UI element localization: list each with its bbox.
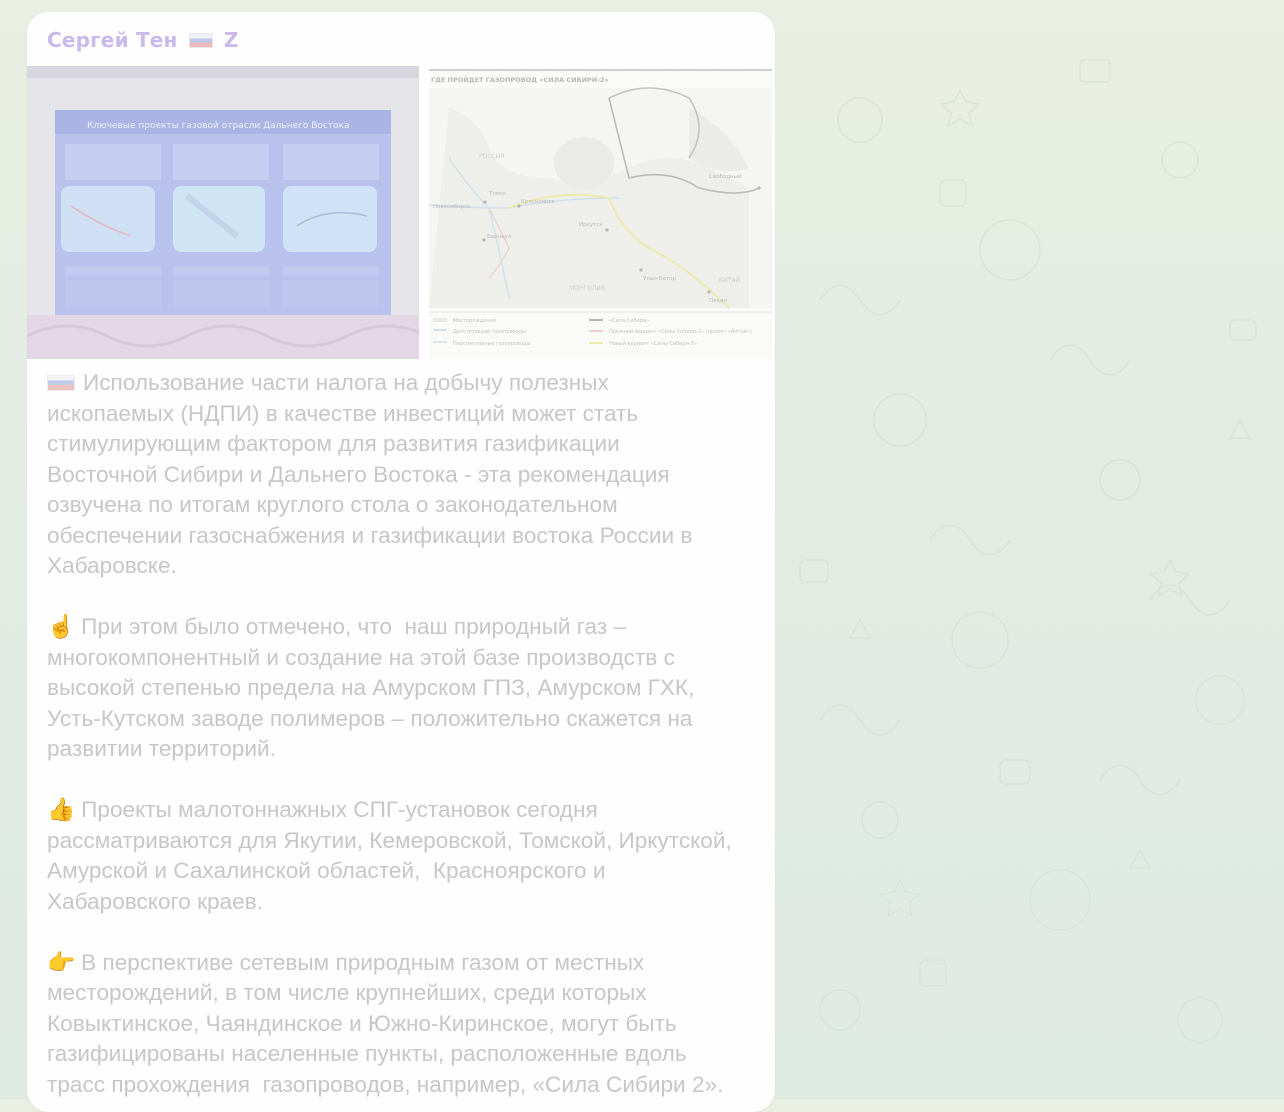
message-paragraph: ☝️ При этом было отмечено, что наш природ…	[47, 612, 763, 765]
sender-name-text: Сергей Тен	[47, 28, 178, 52]
city-label: Улан-Батор	[643, 276, 677, 282]
city-label: Пекин	[709, 298, 727, 304]
message-bubble: Сергей Тен Z Ключевые проекты газовой от…	[27, 12, 775, 1112]
city-label: Новосибирск	[433, 204, 471, 210]
region-label: МОНГОЛИЯ	[569, 285, 605, 292]
message-text: Использование части налога на добычу пол…	[47, 368, 763, 1112]
message-paragraph: 👍 Проекты малотоннажных СПГ-установок сег…	[47, 795, 763, 917]
paragraph-text: Использование части налога на добычу пол…	[47, 370, 693, 578]
message-paragraph: Использование части налога на добычу пол…	[47, 368, 763, 582]
russia-flag-icon	[47, 375, 75, 391]
point-up-icon: ☝️	[47, 614, 76, 639]
legend-item: Прежний вариант «Силы Сибири-2» (проект …	[609, 328, 752, 335]
region-label: РОССИЯ	[479, 153, 504, 160]
city-label: Иркутск	[579, 222, 603, 228]
paragraph-text: При этом было отмечено, что наш природны…	[47, 614, 695, 761]
city-label: Барнаул	[487, 234, 512, 240]
paragraph-text: В перспективе сетевым природным газом от…	[47, 949, 724, 1097]
slide-title: Ключевые проекты газовой отрасли Дальнег…	[87, 121, 350, 131]
pipeline-map-image: ГДЕ ПРОЙДЕТ ГАЗОПРОВОД «СИЛА СИБИРИ-2» Т…	[429, 68, 772, 359]
sender-name-suffix: Z	[223, 28, 239, 52]
point-right-icon: 👉	[47, 949, 76, 975]
region-label: КИТАЙ	[719, 277, 740, 284]
presentation-photo-image: Ключевые проекты газовой отрасли Дальнег…	[27, 66, 419, 359]
legend-item: Действующие газопроводы	[453, 328, 526, 335]
legend-item: Перспективные газопроводы	[453, 341, 530, 347]
pipeline-map[interactable]: ГДЕ ПРОЙДЕТ ГАЗОПРОВОД «СИЛА СИБИРИ-2» Т…	[429, 68, 772, 359]
russia-flag-icon	[188, 33, 213, 48]
message-paragraph: 👉 В перспективе сетевым природным газом о…	[47, 948, 763, 1101]
city-label: Томск	[488, 191, 507, 197]
paragraph-text: Проекты малотоннажных СПГ-установок сего…	[47, 797, 732, 914]
legend-item: «Сила Сибири»	[609, 318, 649, 324]
legend-item: Новый вариант «Силы Сибири-2»	[609, 340, 697, 347]
sender-name[interactable]: Сергей Тен Z	[47, 28, 239, 52]
presentation-photo[interactable]: Ключевые проекты газовой отрасли Дальнег…	[27, 66, 419, 359]
legend-item: Месторождения	[453, 318, 496, 324]
city-label: Красноярск	[521, 199, 556, 205]
city-label: Свободный	[709, 173, 742, 180]
thumbs-up-icon: 👍	[47, 797, 76, 822]
map-title: ГДЕ ПРОЙДЕТ ГАЗОПРОВОД «СИЛА СИБИРИ-2»	[431, 75, 609, 84]
